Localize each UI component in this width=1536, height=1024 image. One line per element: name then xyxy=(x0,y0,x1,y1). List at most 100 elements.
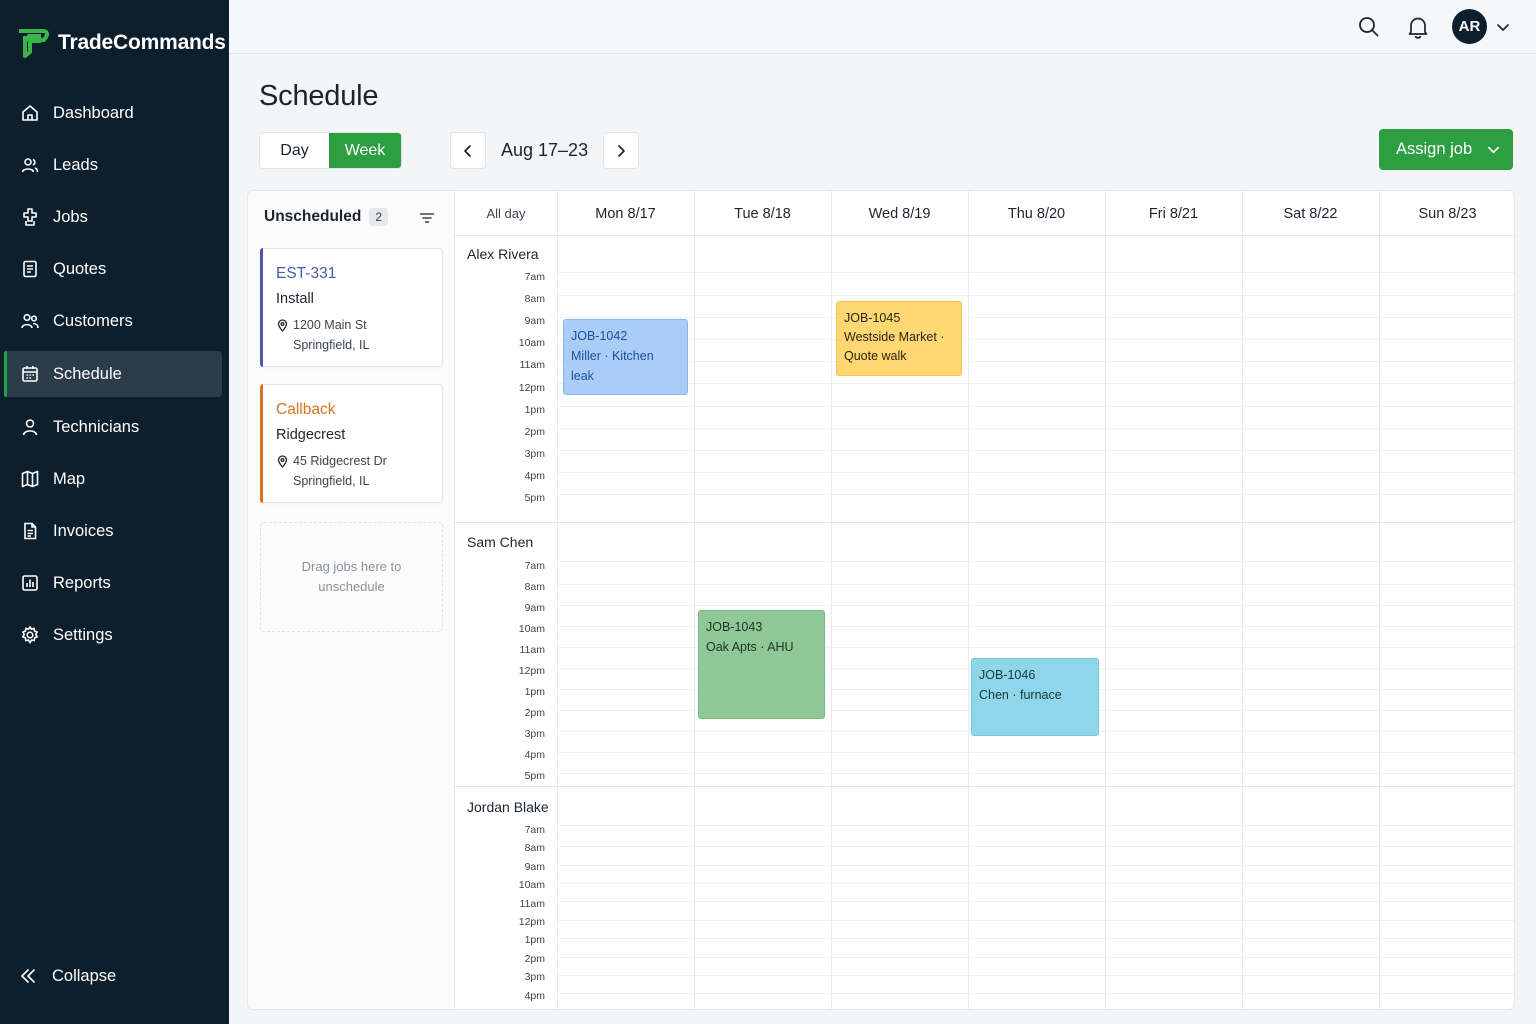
day-header[interactable]: Mon 8/17 xyxy=(557,191,694,236)
sidebar-item-schedule[interactable]: Schedule xyxy=(4,351,222,397)
calendar-icon xyxy=(20,364,40,384)
day-header[interactable]: Fri 8/21 xyxy=(1105,191,1242,236)
sidebar-item-invoices[interactable]: Invoices xyxy=(4,508,222,554)
sidebar-item-customers[interactable]: Customers xyxy=(4,298,222,344)
job-card-id: EST-331 xyxy=(276,265,337,282)
chevron-left-icon xyxy=(464,144,471,157)
event-details: Oak Apts · AHU xyxy=(706,640,794,654)
hour-label: 8am xyxy=(524,581,545,593)
brand[interactable]: TradeCommands xyxy=(16,26,226,60)
hour-label: 5pm xyxy=(524,492,545,504)
sidebar-item-leads[interactable]: Leads xyxy=(4,142,222,188)
hour-label: 1pm xyxy=(524,934,545,947)
sidebar: TradeCommands Dashboard Leads Jobs Quote… xyxy=(0,0,229,1024)
hour-gridline xyxy=(557,957,1514,958)
week-calendar: All day Mon 8/17 Tue 8/18 Wed 8/19 Thu 8… xyxy=(455,191,1514,1009)
technician-name: Alex Rivera xyxy=(467,246,539,262)
hour-label: 2pm xyxy=(524,707,545,719)
day-column-divider xyxy=(968,191,969,1009)
date-range-nav: Aug 17–23 xyxy=(450,132,640,169)
event-details: Miller · Kitchen leak xyxy=(571,349,654,383)
sidebar-item-label: Invoices xyxy=(53,521,114,540)
bell-icon xyxy=(1408,17,1428,39)
unscheduled-count-badge: 2 xyxy=(369,208,389,226)
hour-gridline xyxy=(557,938,1514,939)
hour-label: 9am xyxy=(524,602,545,614)
hour-gridline xyxy=(557,920,1514,921)
event-id: JOB-1046 xyxy=(979,668,1036,682)
hour-label: 9am xyxy=(524,860,545,873)
allday-divider xyxy=(557,272,1514,273)
technician-name: Jordan Blake xyxy=(467,799,549,815)
location-pin-icon xyxy=(276,455,289,468)
sidebar-item-technicians[interactable]: Technicians xyxy=(4,404,222,450)
sidebar-item-settings[interactable]: Settings xyxy=(4,612,222,658)
sidebar-item-jobs[interactable]: Jobs xyxy=(4,194,222,240)
hour-gridline xyxy=(557,428,1514,429)
topbar xyxy=(229,0,1536,54)
hour-gridline xyxy=(557,383,1514,384)
next-week-button[interactable] xyxy=(603,132,640,169)
hour-label: 4pm xyxy=(524,749,545,761)
unschedule-dropzone[interactable]: Drag jobs here to unschedule xyxy=(260,522,443,632)
sidebar-item-label: Jobs xyxy=(53,207,88,226)
day-header[interactable]: Sun 8/23 xyxy=(1379,191,1514,236)
day-column-divider xyxy=(1379,191,1380,1009)
allday-divider xyxy=(557,825,1514,826)
search-button[interactable] xyxy=(1356,14,1382,40)
filter-icon[interactable] xyxy=(418,209,436,227)
home-icon xyxy=(20,103,40,123)
allday-divider xyxy=(557,561,1514,562)
hour-label: 1pm xyxy=(524,686,545,698)
collapse-button[interactable]: Collapse xyxy=(18,958,116,994)
sidebar-item-quotes[interactable]: Quotes xyxy=(4,246,222,292)
hour-gridline xyxy=(557,605,1514,606)
assign-job-button[interactable]: Assign job xyxy=(1379,129,1513,170)
unscheduled-job-card[interactable]: EST-331 Install 1200 Main St Springfield… xyxy=(260,248,443,367)
calendar-event[interactable]: JOB-1043 Oak Apts · AHU xyxy=(698,610,825,719)
event-id: JOB-1045 xyxy=(844,311,901,325)
avatar[interactable]: AR xyxy=(1452,9,1487,44)
technician-lane-divider xyxy=(455,522,1514,523)
unscheduled-panel: Unscheduled 2 EST-331 Install 1200 Main … xyxy=(248,191,455,1009)
event-id: JOB-1043 xyxy=(706,620,763,634)
customers-icon xyxy=(20,311,40,331)
page-title: Schedule xyxy=(259,80,379,112)
invoice-icon xyxy=(20,521,40,541)
sidebar-item-label: Schedule xyxy=(53,364,122,383)
hour-gridline xyxy=(557,472,1514,473)
hour-label: 7am xyxy=(524,824,545,836)
view-day-button[interactable]: Day xyxy=(260,133,329,168)
notifications-button[interactable] xyxy=(1405,14,1431,40)
chevron-down-icon[interactable] xyxy=(1495,19,1511,35)
day-header[interactable]: Thu 8/20 xyxy=(968,191,1105,236)
sidebar-item-label: Reports xyxy=(53,573,111,592)
sidebar-item-map[interactable]: Map xyxy=(4,456,222,502)
hour-gridline xyxy=(557,317,1514,318)
hour-label: 2pm xyxy=(524,952,545,965)
event-details: Chen · furnace xyxy=(979,688,1062,702)
day-header[interactable]: Wed 8/19 xyxy=(831,191,968,236)
job-card-city: Springfield, IL xyxy=(293,474,370,488)
calendar-event[interactable]: JOB-1045 Westside Market · Quote walk xyxy=(836,301,962,376)
hour-gridline xyxy=(557,975,1514,976)
jobs-icon xyxy=(20,207,40,227)
hour-label: 11am xyxy=(519,897,546,910)
brand-name: TradeCommands xyxy=(58,31,226,54)
sidebar-item-dashboard[interactable]: Dashboard xyxy=(4,90,222,136)
previous-week-button[interactable] xyxy=(450,132,486,169)
hour-label: 7am xyxy=(524,560,545,572)
sidebar-item-label: Dashboard xyxy=(53,103,134,122)
day-header[interactable]: Sat 8/22 xyxy=(1242,191,1379,236)
unscheduled-job-card[interactable]: Callback Ridgecrest 45 Ridgecrest Dr Spr… xyxy=(260,384,443,503)
day-header[interactable]: Tue 8/18 xyxy=(694,191,831,236)
sidebar-item-reports[interactable]: Reports xyxy=(4,560,222,606)
view-week-button[interactable]: Week xyxy=(329,133,401,168)
calendar-event[interactable]: JOB-1046 Chen · furnace xyxy=(971,658,1099,736)
calendar-event[interactable]: JOB-1042 Miller · Kitchen leak xyxy=(563,319,688,395)
hour-label: 10am xyxy=(518,337,545,350)
hour-gridline xyxy=(557,295,1514,296)
assign-job-label: Assign job xyxy=(1396,140,1473,158)
hour-label: 10am xyxy=(518,623,545,635)
sidebar-item-label: Leads xyxy=(53,155,98,174)
